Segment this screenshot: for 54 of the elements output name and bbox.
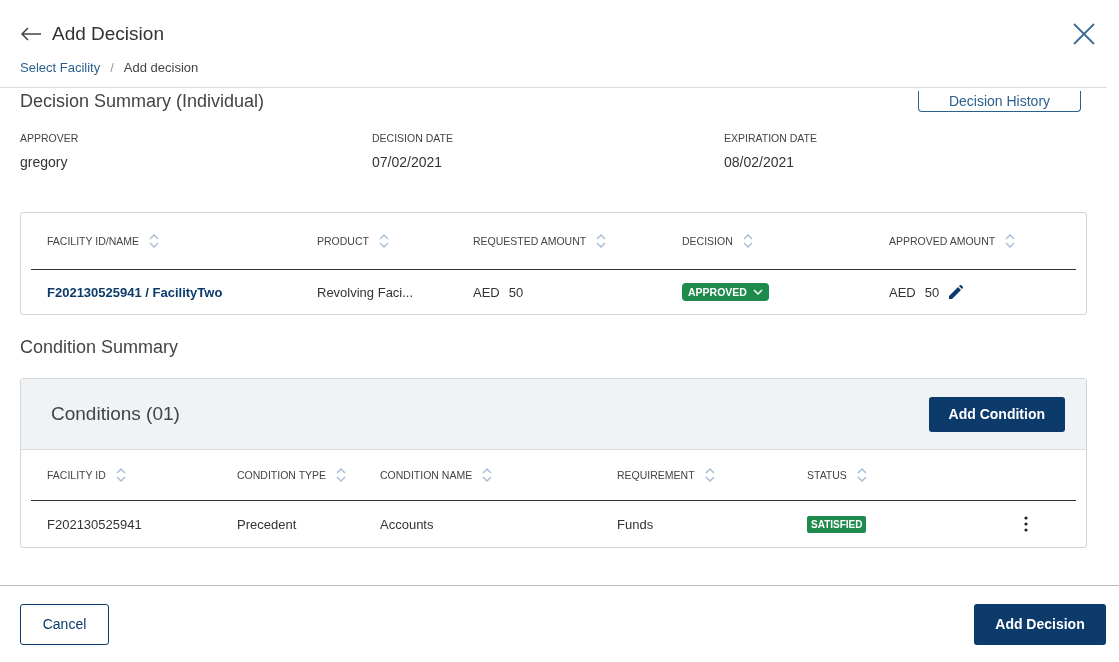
column-header[interactable]: REQUESTED AMOUNT	[473, 235, 587, 247]
column-header[interactable]: DECISION	[682, 235, 733, 247]
column-header[interactable]: CONDITION TYPE	[237, 469, 327, 481]
table-cell: 50	[508, 284, 524, 300]
close-icon[interactable]	[1073, 23, 1095, 45]
breadcrumb-link[interactable]: Select Facility	[20, 60, 101, 75]
table-cell: Precedent	[237, 516, 297, 532]
column-header[interactable]: APPROVED AMOUNT	[889, 235, 996, 247]
add-decision-button[interactable]: Add Decision	[974, 603, 1106, 645]
column-header[interactable]: STATUS	[807, 469, 847, 481]
back-arrow-icon[interactable]	[20, 27, 42, 41]
field-value: 07/02/2021	[372, 154, 444, 170]
sort-icon[interactable]	[856, 468, 867, 482]
section-heading: Decision Summary (Individual)	[20, 91, 265, 112]
sort-icon[interactable]	[115, 468, 126, 482]
sort-icon[interactable]	[378, 234, 389, 248]
table-cell: 50	[924, 284, 940, 300]
sort-icon[interactable]	[336, 468, 347, 482]
table-cell: Revolving Faci...	[317, 284, 414, 300]
decision-history-button[interactable]: Decision History	[918, 91, 1081, 112]
sort-icon[interactable]	[596, 234, 607, 248]
field-value: 08/02/2021	[724, 154, 796, 170]
column-header[interactable]: REQUIREMENT	[617, 469, 695, 481]
column-header[interactable]: CONDITION NAME	[380, 469, 473, 481]
status-badge: SATISFIED	[807, 515, 867, 533]
add-condition-button[interactable]: Add Condition	[928, 396, 1065, 432]
sort-icon[interactable]	[742, 234, 753, 248]
section-heading: Condition Summary	[20, 337, 180, 358]
sort-icon[interactable]	[149, 234, 159, 248]
decision-dropdown[interactable]: APPROVED	[682, 283, 769, 301]
column-header[interactable]: PRODUCT	[317, 235, 369, 247]
sort-icon[interactable]	[482, 468, 493, 482]
cancel-button[interactable]: Cancel	[20, 603, 109, 645]
page-title: Add Decision	[52, 23, 165, 45]
edit-pencil-icon[interactable]	[949, 285, 964, 299]
breadcrumb-current: Add decision	[123, 60, 199, 75]
field-label: DECISION DATE	[372, 132, 454, 144]
column-header[interactable]: FACILITY ID/NAME	[47, 235, 139, 247]
field-label: EXPIRATION DATE	[724, 132, 818, 144]
sort-icon[interactable]	[1005, 234, 1016, 248]
facility-link[interactable]: F202130525941 / FacilityTwo	[47, 284, 223, 300]
column-header[interactable]: FACILITY ID	[47, 469, 106, 481]
table-cell: Accounts	[380, 516, 434, 532]
currency-code: AED	[473, 284, 500, 300]
panel-title: Conditions (01)	[51, 403, 180, 425]
field-value: gregory	[20, 154, 69, 170]
table-cell: Funds	[617, 516, 654, 532]
more-options-icon[interactable]	[1024, 516, 1028, 532]
breadcrumb-separator: /	[110, 60, 114, 75]
chevron-down-icon[interactable]	[752, 288, 763, 296]
sort-icon[interactable]	[704, 468, 715, 482]
table-cell: F202130525941	[47, 516, 142, 532]
field-label: APPROVER	[20, 132, 80, 144]
currency-code: AED	[889, 284, 916, 300]
